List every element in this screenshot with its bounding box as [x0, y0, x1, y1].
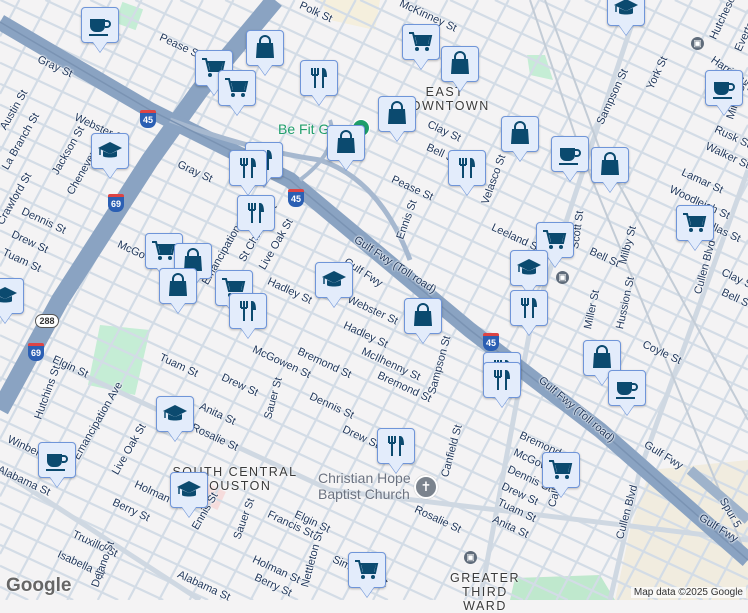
cart-icon [681, 209, 709, 237]
map-marker-bag[interactable] [327, 125, 365, 161]
bag-icon [596, 151, 624, 179]
cart-icon [353, 556, 381, 584]
map-marker-bag[interactable] [591, 147, 629, 183]
map-marker-food[interactable] [510, 290, 548, 326]
map-marker-education[interactable] [510, 250, 548, 286]
map-marker-cart[interactable] [348, 552, 386, 588]
label-line: Baptist Church [318, 486, 411, 502]
map-marker-coffee[interactable] [705, 70, 743, 106]
map-marker-education[interactable] [607, 0, 645, 26]
map-marker-cart[interactable] [402, 24, 440, 60]
bag-icon [506, 120, 534, 148]
map-marker-education[interactable] [170, 472, 208, 508]
i45-shield: 45 [483, 333, 499, 351]
transit-station-icon[interactable]: ▣ [464, 551, 477, 564]
food-icon [382, 432, 410, 460]
map-marker-food[interactable] [483, 362, 521, 398]
map-marker-food[interactable] [229, 293, 267, 329]
coffee-icon [613, 374, 641, 402]
coffee-icon [710, 74, 738, 102]
cart-icon [547, 456, 575, 484]
education-icon [320, 266, 348, 294]
transit-station-icon[interactable]: ▣ [691, 37, 704, 50]
bag-icon [588, 344, 616, 372]
map-marker-bag[interactable] [441, 46, 479, 82]
map-marker-coffee[interactable] [38, 442, 76, 478]
poi-be-fit[interactable]: Be Fit G [278, 121, 329, 137]
cart-icon [407, 28, 435, 56]
sh288-shield: 288 [35, 314, 59, 328]
map-marker-education[interactable] [156, 396, 194, 432]
church-cross-icon[interactable]: ✝ [414, 475, 438, 499]
coffee-icon [556, 140, 584, 168]
map-marker-bag[interactable] [404, 298, 442, 334]
map-marker-coffee[interactable] [81, 7, 119, 43]
transit-station-icon[interactable]: ▣ [556, 271, 569, 284]
food-icon [234, 297, 262, 325]
map-marker-cart[interactable] [218, 70, 256, 106]
bag-icon [383, 100, 411, 128]
street-line [0, 0, 203, 381]
map-marker-bag[interactable] [246, 30, 284, 66]
neighborhood-greater-third-ward: GREATER THIRD WARD [440, 571, 530, 613]
cart-icon [223, 74, 251, 102]
education-icon [0, 282, 19, 310]
map-marker-education[interactable] [91, 133, 129, 169]
bag-icon [164, 272, 192, 300]
google-logo[interactable]: Google [6, 575, 71, 597]
map-marker-food[interactable] [229, 150, 267, 186]
education-icon [515, 254, 543, 282]
food-icon [515, 294, 543, 322]
i45-shield: 45 [140, 110, 156, 128]
map-marker-coffee[interactable] [608, 370, 646, 406]
bag-icon [251, 34, 279, 62]
map-marker-food[interactable] [300, 60, 338, 96]
map-marker-bag[interactable] [378, 96, 416, 132]
map-attribution[interactable]: Map data ©2025 Google [631, 587, 746, 598]
i45-shield: 45 [288, 189, 304, 207]
map-marker-bag[interactable] [159, 268, 197, 304]
coffee-icon [86, 11, 114, 39]
education-icon [161, 400, 189, 428]
food-icon [488, 366, 516, 394]
map-marker-education[interactable] [0, 278, 24, 314]
food-icon [453, 154, 481, 182]
i69-shield: 69 [108, 194, 124, 212]
i69-shield: 69 [28, 343, 44, 361]
map-marker-bag[interactable] [501, 116, 539, 152]
map-marker-cart[interactable] [676, 205, 714, 241]
food-icon [234, 154, 262, 182]
map-marker-education[interactable] [315, 262, 353, 298]
map-marker-cart[interactable] [542, 452, 580, 488]
education-icon [96, 137, 124, 165]
food-icon [305, 64, 333, 92]
bag-icon [332, 129, 360, 157]
poi-church[interactable]: Christian Hope Baptist Church [318, 470, 411, 502]
map-marker-coffee[interactable] [551, 136, 589, 172]
coffee-icon [43, 446, 71, 474]
map-marker-food[interactable] [237, 195, 275, 231]
bag-icon [409, 302, 437, 330]
map-canvas[interactable] [0, 0, 748, 600]
bag-icon [446, 50, 474, 78]
map-marker-food[interactable] [377, 428, 415, 464]
label-line: GREATER [440, 571, 530, 585]
food-icon [242, 199, 270, 227]
map-marker-food[interactable] [448, 150, 486, 186]
label-line: THIRD WARD [440, 585, 530, 613]
education-icon [612, 0, 640, 22]
education-icon [175, 476, 203, 504]
